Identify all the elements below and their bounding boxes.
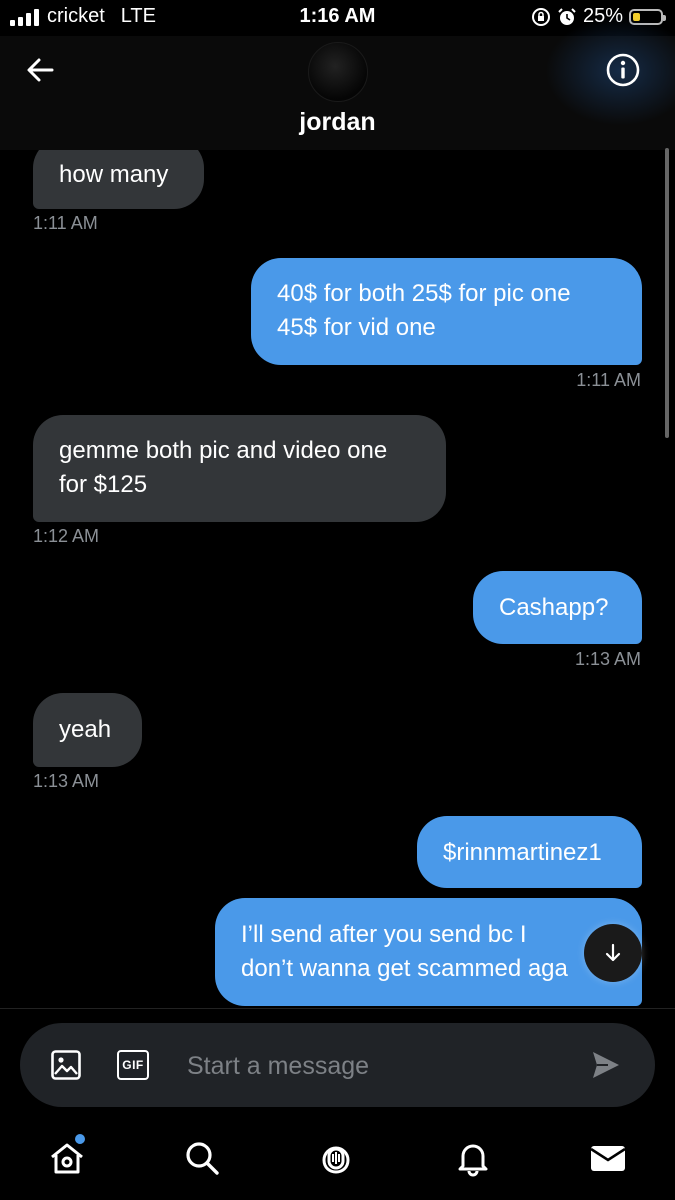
arrow-down-icon bbox=[605, 943, 621, 962]
message-timestamp: 1:13 AM bbox=[33, 771, 100, 791]
tab-home[interactable] bbox=[47, 1134, 87, 1178]
bottom-tab-bar bbox=[0, 1120, 675, 1200]
image-icon[interactable] bbox=[50, 1049, 82, 1081]
notifications-icon bbox=[458, 1144, 488, 1177]
message-bubble-outgoing[interactable]: $rinnmartinez1 bbox=[417, 816, 642, 888]
message-bubble-incoming[interactable]: yeah bbox=[33, 693, 142, 767]
contact-name[interactable]: jordan bbox=[0, 108, 675, 137]
avatar[interactable] bbox=[308, 42, 368, 102]
message-timestamp: 1:11 AM bbox=[576, 370, 641, 390]
tab-messages[interactable] bbox=[588, 1138, 628, 1178]
alarm-icon bbox=[558, 7, 576, 25]
message-bubble-outgoing[interactable]: Cashapp? bbox=[473, 571, 642, 644]
tab-spaces[interactable] bbox=[316, 1138, 356, 1178]
spaces-icon bbox=[322, 1146, 350, 1174]
send-icon[interactable] bbox=[590, 1049, 622, 1081]
conversation-header: jordan bbox=[0, 16, 675, 150]
composer-divider bbox=[0, 1008, 675, 1009]
home-icon bbox=[51, 1143, 83, 1174]
message-list[interactable]: how many 1:11 AM 40$ for both 25$ for pi… bbox=[0, 150, 675, 1008]
message-bubble-outgoing[interactable]: 40$ for both 25$ for pic one 45$ for vid … bbox=[251, 258, 642, 365]
message-bubble-outgoing[interactable]: I’ll send after you send bc Idon’t wanna… bbox=[215, 898, 642, 1006]
info-icon[interactable] bbox=[603, 50, 643, 90]
message-timestamp: 1:13 AM bbox=[574, 649, 641, 669]
scrollbar[interactable] bbox=[665, 148, 669, 438]
tab-search[interactable] bbox=[182, 1138, 222, 1178]
messages-icon bbox=[590, 1146, 626, 1171]
message-timestamp: 1:12 AM bbox=[33, 526, 100, 546]
orientation-lock-icon bbox=[531, 7, 550, 26]
back-arrow-icon[interactable] bbox=[22, 50, 62, 90]
message-bubble-incoming[interactable]: how many bbox=[33, 150, 204, 209]
message-timestamp: 1:11 AM bbox=[33, 213, 98, 233]
search-icon bbox=[186, 1142, 219, 1175]
message-input[interactable] bbox=[187, 1049, 567, 1083]
scroll-to-bottom-button[interactable] bbox=[584, 924, 642, 982]
notification-dot bbox=[75, 1134, 85, 1144]
gif-icon[interactable]: GIF bbox=[117, 1050, 149, 1080]
dm-conversation-screen: cricket LTE 1:16 AM 25% jordan how many … bbox=[0, 0, 675, 1200]
tab-notifications[interactable] bbox=[453, 1138, 493, 1178]
message-bubble-incoming[interactable]: gemme both pic and video one for $125 bbox=[33, 415, 446, 522]
message-composer: GIF bbox=[20, 1023, 655, 1107]
